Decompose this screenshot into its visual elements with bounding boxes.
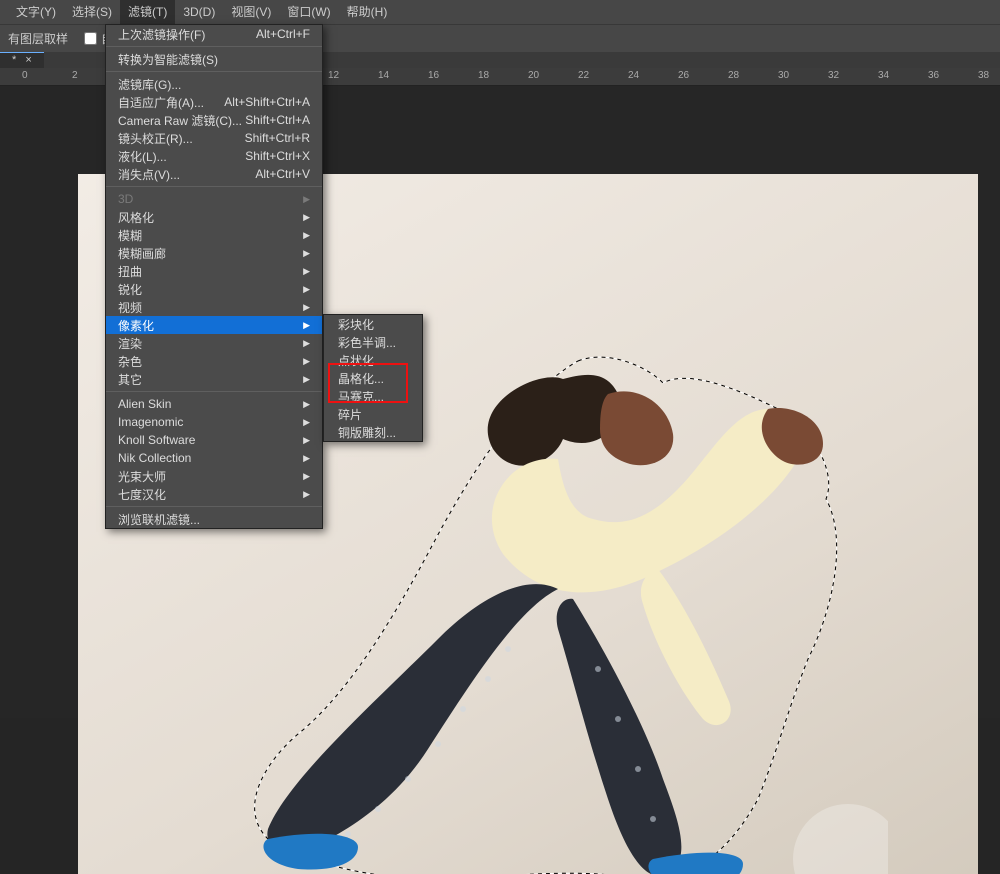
menu-item-nik-collection[interactable]: Nik Collection▶ — [106, 449, 322, 467]
menu-help[interactable]: 帮助(H) — [339, 0, 396, 24]
menu-item-convert-smart[interactable]: 转换为智能滤镜(S) — [106, 50, 322, 68]
submenu-item-mezzotint[interactable]: 铜版雕刻... — [324, 423, 422, 441]
menu-item-3d[interactable]: 3D▶ — [106, 190, 322, 208]
ruler-tick: 20 — [528, 70, 539, 81]
menu-item-alien-skin[interactable]: Alien Skin▶ — [106, 395, 322, 413]
menu-item-blur[interactable]: 模糊▶ — [106, 226, 322, 244]
submenu-arrow-icon: ▶ — [303, 356, 310, 367]
menu-item-video[interactable]: 视频▶ — [106, 298, 322, 316]
submenu-arrow-icon: ▶ — [303, 302, 310, 313]
submenu-arrow-icon: ▶ — [303, 374, 310, 385]
submenu-item-color-halftone[interactable]: 彩块化 — [324, 315, 422, 333]
submenu-arrow-icon: ▶ — [303, 212, 310, 223]
ruler-tick: 24 — [628, 70, 639, 81]
tab-label: * — [12, 54, 16, 66]
menu-item-browse-online-filters[interactable]: 浏览联机滤镜... — [106, 510, 322, 528]
ruler-tick: 2 — [72, 70, 78, 81]
menu-item-pixelate[interactable]: 像素化▶ — [106, 316, 322, 334]
ruler-tick: 32 — [828, 70, 839, 81]
menu-item-filter-gallery[interactable]: 滤镜库(G)... — [106, 75, 322, 93]
submenu-arrow-icon: ▶ — [303, 284, 310, 295]
menu-item-topaz[interactable]: 光束大师▶ — [106, 467, 322, 485]
menu-item-adaptive-wide[interactable]: 自适应广角(A)...Alt+Shift+Ctrl+A — [106, 93, 322, 111]
menu-item-sharpen[interactable]: 锐化▶ — [106, 280, 322, 298]
ruler-tick: 34 — [878, 70, 889, 81]
menu-text[interactable]: 文字(Y) — [8, 0, 64, 24]
menu-item-other[interactable]: 其它▶ — [106, 370, 322, 388]
menu-item-knoll[interactable]: Knoll Software▶ — [106, 431, 322, 449]
sample-layers-label: 有图层取样 — [8, 30, 68, 47]
filter-menu-dropdown: 上次滤镜操作(F) Alt+Ctrl+F 转换为智能滤镜(S) 滤镜库(G)..… — [105, 24, 323, 529]
ruler-tick: 0 — [22, 70, 28, 81]
menu-item-qidu[interactable]: 七度汉化▶ — [106, 485, 322, 503]
submenu-arrow-icon: ▶ — [303, 248, 310, 259]
submenu-arrow-icon: ▶ — [303, 399, 310, 410]
menu-bar: 文字(Y) 选择(S) 滤镜(T) 3D(D) 视图(V) 窗口(W) 帮助(H… — [0, 0, 1000, 24]
ruler-tick: 12 — [328, 70, 339, 81]
menu-item-imagenomic[interactable]: Imagenomic▶ — [106, 413, 322, 431]
menu-select[interactable]: 选择(S) — [64, 0, 120, 24]
submenu-arrow-icon: ▶ — [303, 471, 310, 482]
submenu-arrow-icon: ▶ — [303, 194, 310, 205]
submenu-arrow-icon: ▶ — [303, 320, 310, 331]
menu-filter[interactable]: 滤镜(T) — [120, 0, 175, 24]
ruler-tick: 26 — [678, 70, 689, 81]
submenu-item-mosaic[interactable]: 马赛克... — [324, 387, 422, 405]
submenu-item-crystallize[interactable]: 晶格化... — [324, 369, 422, 387]
submenu-arrow-icon: ▶ — [303, 230, 310, 241]
submenu-arrow-icon: ▶ — [303, 489, 310, 500]
menu-item-vanishing-point[interactable]: 消失点(V)...Alt+Ctrl+V — [106, 165, 322, 183]
menu-item-liquify[interactable]: 液化(L)...Shift+Ctrl+X — [106, 147, 322, 165]
close-icon[interactable]: × — [25, 54, 31, 66]
submenu-arrow-icon: ▶ — [303, 453, 310, 464]
last-filter-label: 上次滤镜操作(F) — [118, 26, 205, 43]
menu-item-distort[interactable]: 扭曲▶ — [106, 262, 322, 280]
ruler-tick: 18 — [478, 70, 489, 81]
submenu-item-fragment[interactable]: 碎片 — [324, 405, 422, 423]
last-filter-shortcut: Alt+Ctrl+F — [256, 27, 310, 41]
menu-item-noise[interactable]: 杂色▶ — [106, 352, 322, 370]
menu-item-camera-raw[interactable]: Camera Raw 滤镜(C)...Shift+Ctrl+A — [106, 111, 322, 129]
menu-item-last-filter[interactable]: 上次滤镜操作(F) Alt+Ctrl+F — [106, 25, 322, 43]
submenu-arrow-icon: ▶ — [303, 417, 310, 428]
ruler-tick: 30 — [778, 70, 789, 81]
submenu-arrow-icon: ▶ — [303, 338, 310, 349]
auto-checkbox[interactable] — [84, 32, 97, 45]
ruler-tick: 28 — [728, 70, 739, 81]
ruler-tick: 16 — [428, 70, 439, 81]
menu-item-render[interactable]: 渲染▶ — [106, 334, 322, 352]
menu-view[interactable]: 视图(V) — [223, 0, 279, 24]
menu-item-blur-gallery[interactable]: 模糊画廊▶ — [106, 244, 322, 262]
menu-window[interactable]: 窗口(W) — [279, 0, 338, 24]
document-tab[interactable]: * × — [0, 52, 44, 68]
ruler-tick: 22 — [578, 70, 589, 81]
pixelate-submenu: 彩块化 彩色半调... 点状化... 晶格化... 马赛克... 碎片 铜版雕刻… — [323, 314, 423, 442]
submenu-item-halftone[interactable]: 彩色半调... — [324, 333, 422, 351]
submenu-arrow-icon: ▶ — [303, 266, 310, 277]
ruler-tick: 14 — [378, 70, 389, 81]
ruler-tick: 38 — [978, 70, 989, 81]
menu-item-lens-correction[interactable]: 镜头校正(R)...Shift+Ctrl+R — [106, 129, 322, 147]
menu-3d[interactable]: 3D(D) — [175, 0, 223, 24]
menu-item-stylize[interactable]: 风格化▶ — [106, 208, 322, 226]
ruler-tick: 36 — [928, 70, 939, 81]
submenu-arrow-icon: ▶ — [303, 435, 310, 446]
submenu-item-pointillize[interactable]: 点状化... — [324, 351, 422, 369]
